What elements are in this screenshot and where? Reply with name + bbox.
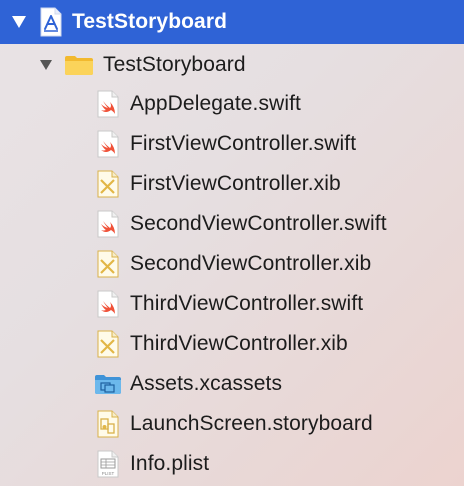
file-name: FirstViewController.xib — [130, 172, 341, 195]
xib-file-icon — [95, 249, 121, 279]
file-name: SecondViewController.xib — [130, 252, 372, 275]
file-row[interactable]: ThirdViewController.swift — [0, 284, 464, 324]
file-name: FirstViewController.swift — [130, 132, 357, 155]
file-row[interactable]: Assets.xcassets — [0, 364, 464, 404]
plist-file-icon: PLIST — [95, 449, 121, 479]
xib-file-icon — [95, 329, 121, 359]
file-name: Info.plist — [130, 452, 210, 475]
file-name: SecondViewController.swift — [130, 212, 387, 235]
file-name: ThirdViewController.xib — [130, 332, 348, 355]
swift-file-icon — [95, 129, 121, 159]
file-row[interactable]: PLIST Info.plist — [0, 444, 464, 484]
file-name: Assets.xcassets — [130, 372, 283, 395]
project-navigator: TestStoryboard TestStoryboard AppDelegat… — [0, 0, 464, 486]
xib-file-icon — [95, 169, 121, 199]
project-row[interactable]: TestStoryboard — [0, 0, 464, 44]
file-row[interactable]: ThirdViewController.xib — [0, 324, 464, 364]
storyboard-file-icon — [95, 409, 121, 439]
folder-icon — [63, 53, 95, 77]
xcode-project-icon — [38, 7, 64, 37]
file-row[interactable]: SecondViewController.swift — [0, 204, 464, 244]
disclosure-triangle-expanded-icon[interactable] — [37, 56, 55, 74]
group-row[interactable]: TestStoryboard — [0, 45, 464, 85]
disclosure-triangle-expanded-icon[interactable] — [10, 13, 28, 31]
file-row[interactable]: LaunchScreen.storyboard — [0, 404, 464, 444]
file-name: LaunchScreen.storyboard — [130, 412, 373, 435]
asset-catalog-icon — [93, 372, 123, 396]
group-name: TestStoryboard — [103, 53, 246, 76]
swift-file-icon — [95, 89, 121, 119]
file-row[interactable]: SecondViewController.xib — [0, 244, 464, 284]
file-row[interactable]: FirstViewController.swift — [0, 124, 464, 164]
file-name: ThirdViewController.swift — [130, 292, 364, 315]
plist-badge: PLIST — [102, 471, 115, 476]
project-name: TestStoryboard — [72, 10, 228, 33]
file-name: AppDelegate.swift — [130, 92, 301, 115]
swift-file-icon — [95, 209, 121, 239]
file-row[interactable]: FirstViewController.xib — [0, 164, 464, 204]
swift-file-icon — [95, 289, 121, 319]
file-row[interactable]: AppDelegate.swift — [0, 84, 464, 124]
